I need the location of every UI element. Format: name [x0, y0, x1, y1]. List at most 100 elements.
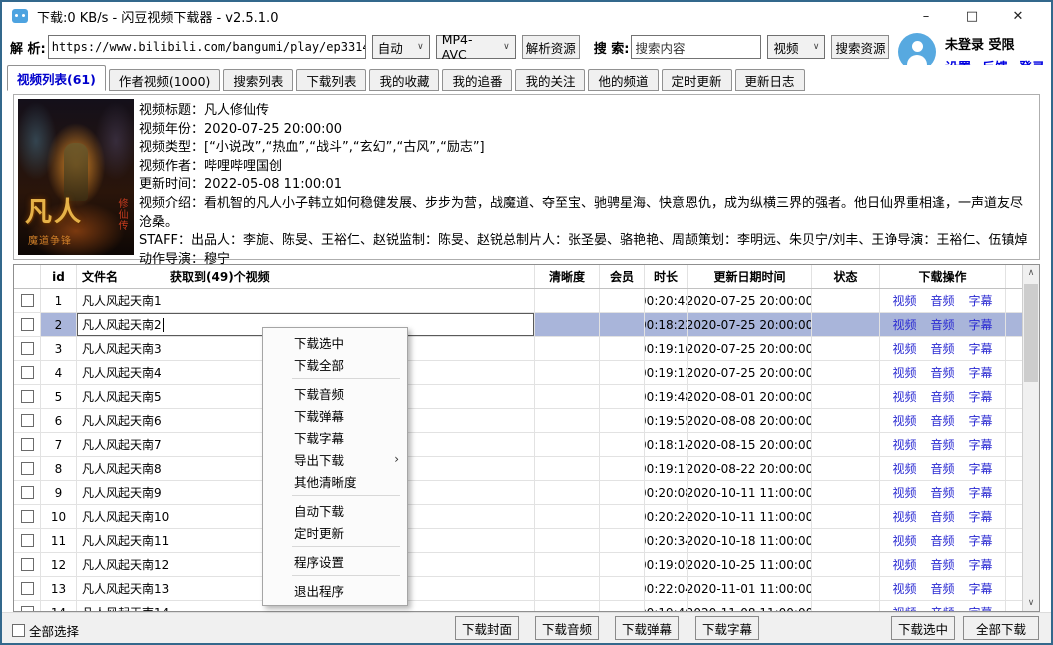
- checkbox-icon[interactable]: [21, 390, 34, 403]
- scroll-up-icon[interactable]: ∧: [1023, 265, 1039, 281]
- download-subtitle-link[interactable]: 字幕: [969, 532, 993, 549]
- table-row[interactable]: 8 凡人风起天南8 00:19:17 2020-08-22 20:00:00 视…: [14, 457, 1022, 481]
- download-audio-link[interactable]: 音频: [930, 340, 954, 357]
- download-audio-link[interactable]: 音频: [930, 316, 954, 333]
- table-row[interactable]: 14 凡人风起天南14 00:19:40 2020-11-08 11:00:00…: [14, 601, 1022, 611]
- select-all-checkbox[interactable]: 全部选择: [12, 621, 79, 640]
- download-subtitle-link[interactable]: 字幕: [969, 460, 993, 477]
- row-checkbox-cell[interactable]: [14, 481, 41, 504]
- table-row[interactable]: 12 凡人风起天南12 00:19:05 2020-10-25 11:00:00…: [14, 553, 1022, 577]
- tab-author-videos[interactable]: 作者视频(1000): [109, 69, 221, 91]
- download-video-link[interactable]: 视频: [892, 460, 916, 477]
- table-row[interactable]: 9 凡人风起天南9 00:20:08 2020-10-11 11:00:00 视…: [14, 481, 1022, 505]
- download-subtitle-link[interactable]: 字幕: [969, 484, 993, 501]
- download-audio-link[interactable]: 音频: [930, 484, 954, 501]
- download-video-link[interactable]: 视频: [892, 508, 916, 525]
- download-audio-link[interactable]: 音频: [930, 532, 954, 549]
- download-audio-link[interactable]: 音频: [930, 580, 954, 597]
- download-audio-link[interactable]: 音频: [930, 364, 954, 381]
- download-video-link[interactable]: 视频: [892, 436, 916, 453]
- header-actions[interactable]: 下载操作: [880, 265, 1006, 288]
- row-checkbox-cell[interactable]: [14, 433, 41, 456]
- download-subtitle-link[interactable]: 字幕: [969, 292, 993, 309]
- search-button[interactable]: 搜索资源: [831, 35, 889, 59]
- table-row[interactable]: 7 凡人风起天南7 00:18:14 2020-08-15 20:00:00 视…: [14, 433, 1022, 457]
- download-audio-link[interactable]: 音频: [930, 460, 954, 477]
- download-all-button[interactable]: 全部下载: [963, 616, 1039, 640]
- download-video-link[interactable]: 视频: [892, 580, 916, 597]
- close-button[interactable]: ✕: [995, 9, 1041, 24]
- tab-search-list[interactable]: 搜索列表: [223, 69, 293, 91]
- row-checkbox-cell[interactable]: [14, 601, 41, 611]
- table-row[interactable]: 3 凡人风起天南3 00:19:16 2020-07-25 20:00:00 视…: [14, 337, 1022, 361]
- tab-download-list[interactable]: 下载列表: [296, 69, 366, 91]
- download-video-link[interactable]: 视频: [892, 316, 916, 333]
- download-audio-button[interactable]: 下载音频: [535, 616, 599, 640]
- menu-item-download-selected[interactable]: 下载选中: [263, 331, 407, 353]
- download-subtitle-link[interactable]: 字幕: [969, 316, 993, 333]
- row-checkbox-cell[interactable]: [14, 361, 41, 384]
- minimize-button[interactable]: –: [903, 9, 949, 24]
- checkbox-icon[interactable]: [21, 318, 34, 331]
- checkbox-icon[interactable]: [21, 294, 34, 307]
- table-row[interactable]: 11 凡人风起天南11 00:20:34 2020-10-18 11:00:00…: [14, 529, 1022, 553]
- download-subtitle-link[interactable]: 字幕: [969, 508, 993, 525]
- download-selected-button[interactable]: 下载选中: [891, 616, 955, 640]
- checkbox-icon[interactable]: [12, 624, 25, 637]
- table-row[interactable]: 6 凡人风起天南6 00:19:55 2020-08-08 20:00:00 视…: [14, 409, 1022, 433]
- row-checkbox-cell[interactable]: [14, 553, 41, 576]
- download-danmaku-button[interactable]: 下载弹幕: [615, 616, 679, 640]
- download-subtitle-link[interactable]: 字幕: [969, 340, 993, 357]
- checkbox-icon[interactable]: [21, 606, 34, 611]
- row-filename-cell[interactable]: 凡人风起天南1: [77, 289, 535, 312]
- download-audio-link[interactable]: 音频: [930, 508, 954, 525]
- quality-select[interactable]: 自动 ∨: [372, 35, 430, 59]
- download-audio-link[interactable]: 音频: [930, 436, 954, 453]
- download-audio-link[interactable]: 音频: [930, 604, 954, 611]
- tab-my-bangumi[interactable]: 我的追番: [442, 69, 512, 91]
- download-audio-link[interactable]: 音频: [930, 412, 954, 429]
- header-filename[interactable]: 文件名 获取到(49)个视频: [77, 265, 535, 288]
- checkbox-icon[interactable]: [21, 366, 34, 379]
- row-checkbox-cell[interactable]: [14, 505, 41, 528]
- search-input[interactable]: 搜索内容: [631, 35, 761, 59]
- download-video-link[interactable]: 视频: [892, 412, 916, 429]
- header-id[interactable]: id: [41, 265, 77, 288]
- scrollbar-thumb[interactable]: [1024, 284, 1038, 382]
- table-row[interactable]: 10 凡人风起天南10 00:20:24 2020-10-11 11:00:00…: [14, 505, 1022, 529]
- row-checkbox-cell[interactable]: [14, 577, 41, 600]
- download-subtitle-link[interactable]: 字幕: [969, 604, 993, 611]
- checkbox-icon[interactable]: [21, 438, 34, 451]
- table-row[interactable]: 4 凡人风起天南4 00:19:13 2020-07-25 20:00:00 视…: [14, 361, 1022, 385]
- checkbox-icon[interactable]: [21, 510, 34, 523]
- tab-scheduled-update[interactable]: 定时更新: [662, 69, 732, 91]
- menu-item-download-audio[interactable]: 下载音频: [263, 382, 407, 404]
- checkbox-icon[interactable]: [21, 414, 34, 427]
- download-video-link[interactable]: 视频: [892, 532, 916, 549]
- download-audio-link[interactable]: 音频: [930, 388, 954, 405]
- parse-button[interactable]: 解析资源: [522, 35, 580, 59]
- format-select[interactable]: MP4-AVC ∨: [436, 35, 516, 59]
- menu-item-exit-program[interactable]: 退出程序: [263, 579, 407, 601]
- vertical-scrollbar[interactable]: ∧ ∨: [1022, 265, 1039, 611]
- download-subtitle-link[interactable]: 字幕: [969, 388, 993, 405]
- menu-item-download-all[interactable]: 下载全部: [263, 353, 407, 375]
- download-video-link[interactable]: 视频: [892, 340, 916, 357]
- checkbox-icon[interactable]: [21, 462, 34, 475]
- row-checkbox-cell[interactable]: [14, 409, 41, 432]
- search-type-select[interactable]: 视频 ∨: [767, 35, 825, 59]
- download-video-link[interactable]: 视频: [892, 292, 916, 309]
- download-subtitle-link[interactable]: 字幕: [969, 556, 993, 573]
- maximize-button[interactable]: □: [949, 9, 995, 24]
- menu-item-other-quality[interactable]: 其他清晰度: [263, 470, 407, 492]
- row-checkbox-cell[interactable]: [14, 337, 41, 360]
- header-clarity[interactable]: 清晰度: [535, 265, 600, 288]
- download-video-link[interactable]: 视频: [892, 484, 916, 501]
- menu-item-scheduled-update[interactable]: 定时更新: [263, 521, 407, 543]
- download-cover-button[interactable]: 下载封面: [455, 616, 519, 640]
- checkbox-icon[interactable]: [21, 582, 34, 595]
- download-subtitle-button[interactable]: 下载字幕: [695, 616, 759, 640]
- checkbox-icon[interactable]: [21, 486, 34, 499]
- row-checkbox-cell[interactable]: [14, 457, 41, 480]
- download-video-link[interactable]: 视频: [892, 604, 916, 611]
